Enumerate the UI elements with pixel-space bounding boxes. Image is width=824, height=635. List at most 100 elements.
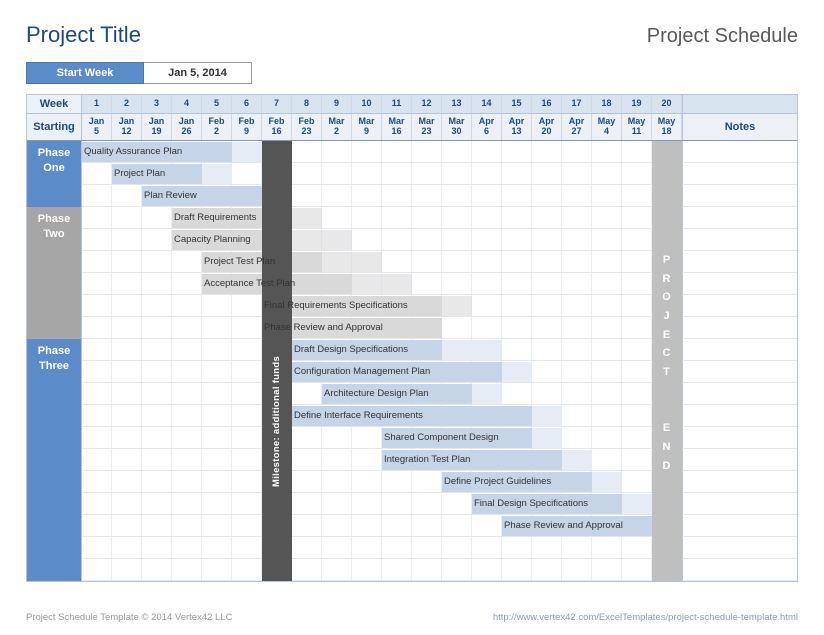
phase-two-label: PhaseTwo <box>27 207 81 339</box>
footer-left: Project Schedule Template © 2014 Vertex4… <box>26 612 232 623</box>
date-cell: Mar30 <box>442 114 472 140</box>
week-number-cell: 7 <box>262 95 292 113</box>
notes-cell[interactable] <box>682 295 797 317</box>
week-number-cell: 2 <box>112 95 142 113</box>
header-date-row: Starting Jan5Jan12Jan19Jan26Feb2Feb9Feb1… <box>27 114 797 141</box>
week-number-cell: 17 <box>562 95 592 113</box>
notes-cell[interactable] <box>682 405 797 427</box>
task-label: Draft Design Specifications <box>292 339 408 361</box>
week-number-cell: 20 <box>652 95 682 113</box>
week-number-cell: 14 <box>472 95 502 113</box>
worksheet: Project Title Project Schedule Start Wee… <box>0 0 824 635</box>
week-number-cell: 10 <box>352 95 382 113</box>
task-label: Integration Test Plan <box>382 449 470 471</box>
page-subtitle: Project Schedule <box>647 25 798 48</box>
notes-cell[interactable] <box>682 141 797 163</box>
notes-cell[interactable] <box>682 185 797 207</box>
notes-cell[interactable] <box>682 207 797 229</box>
notes-cell[interactable] <box>682 361 797 383</box>
week-number-cell: 4 <box>172 95 202 113</box>
gantt-row[interactable] <box>82 537 682 559</box>
task-label: Quality Assurance Plan <box>82 141 182 163</box>
date-cell: May11 <box>622 114 652 140</box>
task-label: Draft Requirements <box>172 207 256 229</box>
notes-cell[interactable] <box>682 515 797 537</box>
start-week-value[interactable]: Jan 5, 2014 <box>144 62 252 84</box>
task-bar-fade <box>352 274 412 294</box>
task-bar-fade <box>532 428 562 448</box>
task-bar-fade <box>562 450 592 470</box>
title-bar: Project Title Project Schedule <box>26 22 798 48</box>
header-notes-label: Notes <box>682 114 797 140</box>
date-cell: Apr27 <box>562 114 592 140</box>
date-cell: Jan5 <box>82 114 112 140</box>
notes-cell[interactable] <box>682 493 797 515</box>
week-number-cell: 13 <box>442 95 472 113</box>
task-bar-fade <box>622 494 652 514</box>
notes-cell[interactable] <box>682 559 797 581</box>
notes-cell[interactable] <box>682 537 797 559</box>
date-cell: Apr6 <box>472 114 502 140</box>
page-title: Project Title <box>26 22 141 48</box>
date-cell: Jan26 <box>172 114 202 140</box>
task-label: Project Test Plan <box>202 251 275 273</box>
task-label: Final Design Specifications <box>472 493 588 515</box>
week-number-cell: 6 <box>232 95 262 113</box>
notes-cell[interactable] <box>682 229 797 251</box>
header-starting-label: Starting <box>27 114 82 140</box>
notes-cell[interactable] <box>682 317 797 339</box>
header-week-label: Week <box>27 95 82 113</box>
date-cell: May18 <box>652 114 682 140</box>
task-bar-fade <box>442 296 472 316</box>
date-cell: Mar16 <box>382 114 412 140</box>
task-bar-fade <box>232 142 262 162</box>
phase-three-label: PhaseThree <box>27 339 81 581</box>
task-bar-fade <box>532 406 562 426</box>
task-label: Acceptance Test Plan <box>202 273 295 295</box>
gantt-row[interactable] <box>82 559 682 581</box>
week-number-cell: 11 <box>382 95 412 113</box>
footer-link[interactable]: http://www.vertex42.com/ExcelTemplates/p… <box>493 612 798 623</box>
start-week-row: Start Week Jan 5, 2014 <box>26 62 798 84</box>
notes-cell[interactable] <box>682 471 797 493</box>
notes-cell[interactable] <box>682 273 797 295</box>
task-label: Configuration Management Plan <box>292 361 430 383</box>
gantt-row[interactable] <box>82 251 682 273</box>
date-cell: Jan12 <box>112 114 142 140</box>
date-cell: Mar23 <box>412 114 442 140</box>
date-cell: Feb23 <box>292 114 322 140</box>
task-bar-fade <box>322 252 382 272</box>
notes-cell[interactable] <box>682 427 797 449</box>
task-bar-fade <box>442 340 502 360</box>
gantt-grid: Week 1234567891011121314151617181920 Sta… <box>26 94 798 582</box>
start-week-label: Start Week <box>26 62 144 84</box>
notes-cell[interactable] <box>682 251 797 273</box>
notes-cell[interactable] <box>682 339 797 361</box>
task-label: Define Project Guidelines <box>442 471 551 493</box>
date-cell: Feb16 <box>262 114 292 140</box>
week-number-cell: 8 <box>292 95 322 113</box>
week-number-cell: 19 <box>622 95 652 113</box>
week-number-cell: 18 <box>592 95 622 113</box>
task-label: Define Interface Requirements <box>292 405 423 427</box>
date-cell: Mar9 <box>352 114 382 140</box>
notes-cell[interactable] <box>682 163 797 185</box>
notes-cell[interactable] <box>682 383 797 405</box>
header-notes-cell <box>682 95 797 113</box>
task-bar-fade <box>202 164 232 184</box>
phase-one-label: PhaseOne <box>27 141 81 207</box>
task-label: Architecture Design Plan <box>322 383 429 405</box>
notes-column <box>682 141 797 581</box>
week-number-cell: 3 <box>142 95 172 113</box>
gantt-area[interactable]: Milestone: additional funds PROJECTEND Q… <box>82 141 682 581</box>
week-number-cell: 12 <box>412 95 442 113</box>
task-bar-fade <box>592 472 622 492</box>
gantt-body: PhaseOne PhaseTwo PhaseThree Milestone: … <box>27 141 797 581</box>
task-bar-fade <box>472 384 502 404</box>
footer: Project Schedule Template © 2014 Vertex4… <box>26 612 798 623</box>
date-cell: Apr13 <box>502 114 532 140</box>
task-label: Plan Review <box>142 185 197 207</box>
task-label: Capacity Planning <box>172 229 251 251</box>
date-cell: Feb2 <box>202 114 232 140</box>
notes-cell[interactable] <box>682 449 797 471</box>
